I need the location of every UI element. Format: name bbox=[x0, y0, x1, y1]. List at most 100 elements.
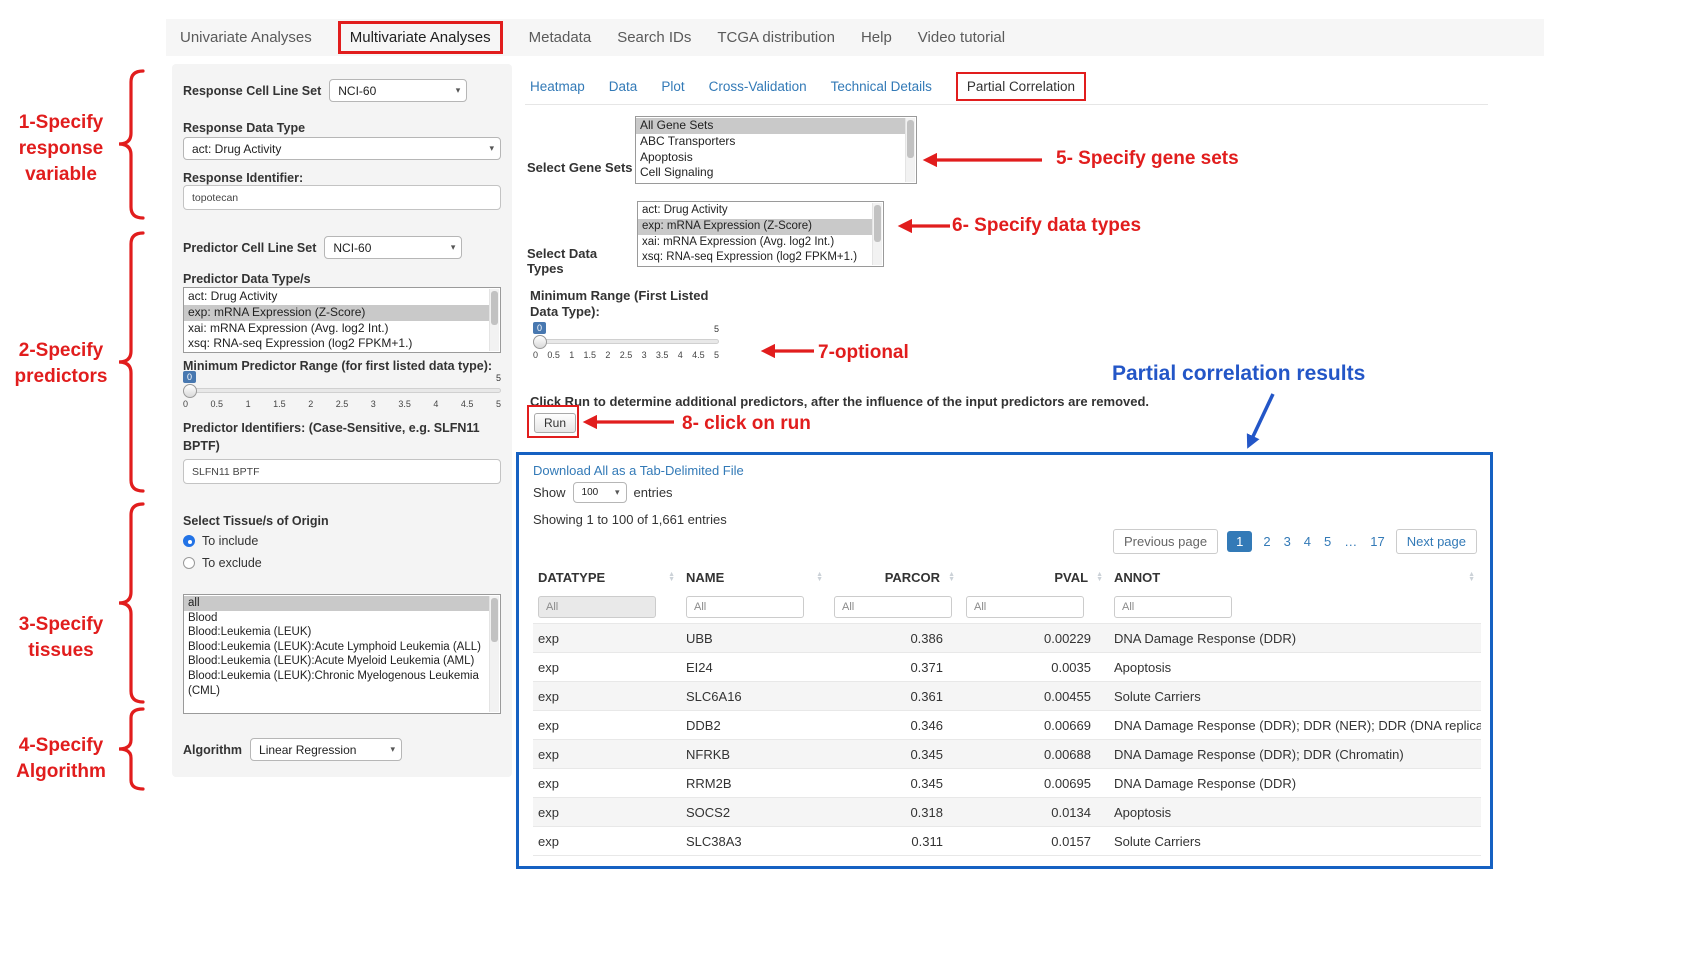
subtab[interactable]: Data bbox=[609, 79, 638, 94]
table-row[interactable]: exp RRM2B 0.345 0.00695 DNA Damage Respo… bbox=[533, 768, 1481, 797]
tissue-option[interactable]: Blood bbox=[184, 611, 489, 626]
nav-item[interactable]: Search IDs bbox=[617, 29, 691, 46]
gene-set-option[interactable]: All Gene Sets bbox=[636, 118, 905, 134]
next-page-button[interactable]: Next page bbox=[1396, 529, 1477, 554]
nav-item[interactable]: Multivariate Analyses bbox=[338, 21, 503, 54]
tissue-include-radio[interactable]: To include bbox=[183, 534, 501, 548]
page-number-button[interactable]: 1 bbox=[1227, 531, 1252, 552]
page-number-button[interactable]: … bbox=[1342, 531, 1359, 552]
tissue-option[interactable]: Blood:Leukemia (LEUK):Acute Lymphoid Leu… bbox=[184, 640, 489, 655]
slider-track[interactable] bbox=[533, 339, 719, 344]
table-row[interactable]: exp NFRKB 0.345 0.00688 DNA Damage Respo… bbox=[533, 739, 1481, 768]
slider-track[interactable] bbox=[183, 388, 501, 393]
subtab[interactable]: Plot bbox=[661, 79, 684, 94]
response-cell-line-select[interactable]: NCI-60 ▾ bbox=[329, 79, 467, 102]
page-number-button[interactable]: 2 bbox=[1261, 531, 1272, 552]
predictor-data-type-option[interactable]: act: Drug Activity bbox=[184, 289, 489, 305]
slider-tick-label: 2 bbox=[308, 399, 313, 409]
radio-label: To exclude bbox=[202, 556, 262, 570]
sort-icon[interactable]: ▲▼ bbox=[1096, 572, 1103, 582]
scrollbar[interactable] bbox=[905, 118, 915, 182]
gene-set-option[interactable]: Apoptosis bbox=[636, 150, 905, 166]
nav-item[interactable]: Metadata bbox=[529, 29, 592, 46]
tissue-option[interactable]: Blood:Leukemia (LEUK) bbox=[184, 625, 489, 640]
predictor-data-type-option[interactable]: exp: mRNA Expression (Z-Score) bbox=[184, 305, 489, 321]
table-row[interactable]: exp UBB 0.386 0.00229 DNA Damage Respons… bbox=[533, 623, 1481, 652]
predictor-data-type-option[interactable]: xai: mRNA Expression (Avg. log2 Int.) bbox=[184, 321, 489, 337]
column-header[interactable]: PARCOR ▲▼ bbox=[829, 570, 961, 585]
nav-item[interactable]: Help bbox=[861, 29, 892, 46]
data-type-option[interactable]: act: Drug Activity bbox=[638, 203, 872, 219]
showing-entries-text: Showing 1 to 100 of 1,661 entries bbox=[533, 512, 727, 527]
data-type-option[interactable]: exp: mRNA Expression (Z-Score) bbox=[638, 219, 872, 235]
response-identifier-input[interactable] bbox=[183, 185, 501, 210]
algorithm-label: Algorithm bbox=[183, 743, 242, 757]
slider-tick-label: 5 bbox=[496, 399, 501, 409]
page-number-button[interactable]: 17 bbox=[1368, 531, 1386, 552]
table-row[interactable]: exp SLC38A3 0.311 0.0157 Solute Carriers bbox=[533, 826, 1481, 855]
nav-item[interactable]: TCGA distribution bbox=[717, 29, 835, 46]
table-row[interactable]: exp SLC6A16 0.361 0.00455 Solute Carrier… bbox=[533, 681, 1481, 710]
column-filter-input[interactable] bbox=[538, 596, 656, 618]
column-filter-input[interactable] bbox=[834, 596, 952, 618]
table-row[interactable]: exp DDB2 0.346 0.00669 DNA Damage Respon… bbox=[533, 710, 1481, 739]
sort-icon[interactable]: ▲▼ bbox=[1468, 572, 1475, 582]
column-filter-input[interactable] bbox=[966, 596, 1084, 618]
table-row[interactable]: exp EI24 0.371 0.0035 Apoptosis bbox=[533, 652, 1481, 681]
select-value: NCI-60 bbox=[338, 84, 376, 98]
scrollbar-thumb[interactable] bbox=[491, 598, 498, 642]
annotation-braces bbox=[119, 71, 143, 789]
scrollbar-thumb[interactable] bbox=[874, 205, 881, 242]
subtab[interactable]: Cross-Validation bbox=[709, 79, 807, 94]
cell-pval: 0.00695 bbox=[961, 776, 1109, 791]
nav-item[interactable]: Video tutorial bbox=[918, 29, 1005, 46]
gene-set-option[interactable]: Cell Signaling bbox=[636, 165, 905, 181]
tissue-option[interactable]: all bbox=[184, 596, 489, 611]
page-number-button[interactable]: 5 bbox=[1322, 531, 1333, 552]
scrollbar[interactable] bbox=[489, 596, 499, 712]
slider-handle[interactable] bbox=[183, 384, 197, 398]
page-number-button[interactable]: 4 bbox=[1302, 531, 1313, 552]
download-link[interactable]: Download All as a Tab-Delimited File bbox=[533, 463, 744, 478]
table-row[interactable]: exp SOCS2 0.318 0.0134 Apoptosis bbox=[533, 797, 1481, 826]
algorithm-select[interactable]: Linear Regression ▾ bbox=[250, 738, 402, 761]
scrollbar[interactable] bbox=[872, 203, 882, 265]
predictor-cell-line-select[interactable]: NCI-60 ▾ bbox=[324, 236, 462, 259]
slider-tick-label: 3.5 bbox=[656, 350, 669, 360]
column-filter-input[interactable] bbox=[686, 596, 804, 618]
data-type-option[interactable]: xai: mRNA Expression (Avg. log2 Int.) bbox=[638, 235, 872, 251]
cell-pval: 0.0157 bbox=[961, 834, 1109, 849]
slider-tick-label: 4 bbox=[433, 399, 438, 409]
subtab[interactable]: Partial Correlation bbox=[956, 72, 1086, 101]
column-header[interactable]: ANNOT ▲▼ bbox=[1109, 570, 1481, 585]
prev-page-button[interactable]: Previous page bbox=[1113, 529, 1218, 554]
page-length-select[interactable]: 100 ▾ bbox=[573, 482, 627, 503]
predictor-identifiers-input[interactable] bbox=[183, 459, 501, 484]
predictor-data-type-option[interactable]: xsq: RNA-seq Expression (log2 FPKM+1.) bbox=[184, 336, 489, 352]
column-header[interactable]: PVAL ▲▼ bbox=[961, 570, 1109, 585]
brace-step4 bbox=[119, 709, 143, 789]
slider-handle[interactable] bbox=[533, 335, 547, 349]
sort-icon[interactable]: ▲▼ bbox=[816, 572, 823, 582]
sort-icon[interactable]: ▲▼ bbox=[668, 572, 675, 582]
gene-set-option[interactable]: ABC Transporters bbox=[636, 134, 905, 150]
nav-item[interactable]: Univariate Analyses bbox=[180, 29, 312, 46]
response-data-type-select[interactable]: act: Drug Activity ▾ bbox=[183, 137, 501, 160]
scrollbar[interactable] bbox=[489, 289, 499, 351]
tissue-option[interactable]: Blood:Leukemia (LEUK):Acute Myeloid Leuk… bbox=[184, 654, 489, 669]
column-filter-input[interactable] bbox=[1114, 596, 1232, 618]
column-header[interactable]: DATATYPE ▲▼ bbox=[533, 570, 681, 585]
column-header[interactable]: NAME ▲▼ bbox=[681, 570, 829, 585]
sort-icon[interactable]: ▲▼ bbox=[948, 572, 955, 582]
brace-step2 bbox=[119, 233, 143, 491]
subtab[interactable]: Heatmap bbox=[530, 79, 585, 94]
data-type-option[interactable]: xsq: RNA-seq Expression (log2 FPKM+1.) bbox=[638, 250, 872, 266]
scrollbar-thumb[interactable] bbox=[907, 120, 914, 158]
scrollbar-thumb[interactable] bbox=[491, 291, 498, 325]
show-label: Show bbox=[533, 485, 566, 500]
page-number-button[interactable]: 3 bbox=[1282, 531, 1293, 552]
tissue-exclude-radio[interactable]: To exclude bbox=[183, 556, 501, 570]
subtab[interactable]: Technical Details bbox=[831, 79, 932, 94]
predictor-cell-line-label: Predictor Cell Line Set bbox=[183, 241, 316, 255]
tissue-option[interactable]: Blood:Leukemia (LEUK):Chronic Myelogenou… bbox=[184, 669, 489, 698]
